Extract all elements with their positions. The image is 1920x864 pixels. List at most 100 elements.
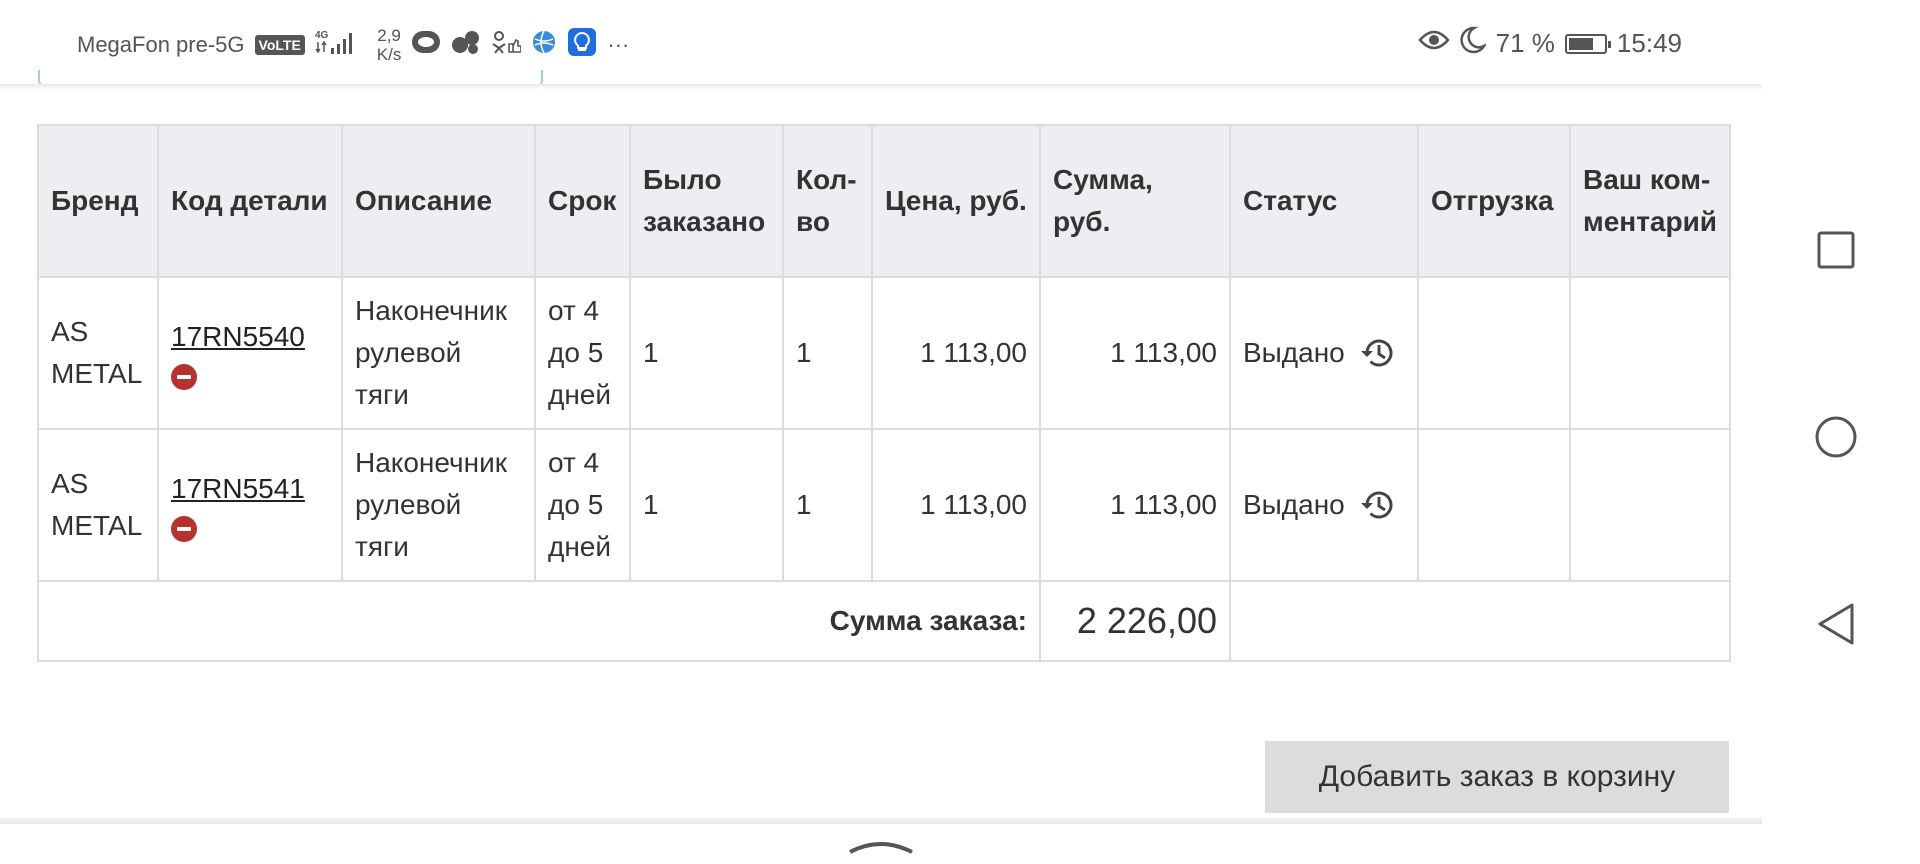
cell-status: Выдано	[1229, 276, 1419, 430]
desc-line3: тяги	[355, 379, 409, 410]
triangle-back-icon	[1818, 603, 1854, 645]
order-total-filler	[1228, 580, 1732, 662]
add-order-to-cart-button[interactable]: Добавить заказ в корзину	[1265, 741, 1729, 813]
cell-sum: 1 113,00	[1039, 276, 1231, 430]
back-button[interactable]	[1806, 594, 1866, 654]
col-part-code: Код детали	[157, 124, 343, 278]
status-right: 71 % 15:49	[1417, 26, 1682, 61]
cell-brand: AS METAL	[37, 276, 159, 430]
cell-comment[interactable]	[1568, 428, 1732, 582]
carrier-name: MegaFon pre-5G	[77, 32, 245, 57]
clock: 15:49	[1616, 28, 1682, 58]
col-comment-line2: ментарий	[1583, 206, 1718, 237]
order-items-table: Бренд Код детали Описание Срок Было заказ…	[37, 124, 1732, 662]
col-ordered-line2: заказано	[643, 206, 766, 237]
term-line2: до 5	[548, 489, 604, 520]
cell-price: 1 113,00	[871, 276, 1041, 430]
desc-line1: Наконечник	[355, 447, 507, 478]
brand-line1: AS	[51, 468, 89, 499]
order-total-value: 2 226,00	[1039, 580, 1231, 662]
volte-badge: VoLTE	[254, 35, 305, 55]
system-nav-bar	[1762, 0, 1920, 864]
col-shipment: Отгрузка	[1417, 124, 1571, 278]
header-shadow	[0, 84, 1762, 90]
eye-icon	[1417, 28, 1450, 59]
square-icon	[1817, 231, 1855, 269]
home-button[interactable]	[1806, 407, 1866, 467]
term-line1: от 4	[548, 447, 600, 478]
network-speed: 2,9 K/s	[377, 26, 402, 64]
cell-description: Наконечник рулевой тяги	[341, 276, 536, 430]
cell-price: 1 113,00	[871, 428, 1041, 582]
term-line3: дней	[548, 379, 612, 410]
battery-percent: 71 %	[1495, 28, 1555, 58]
network-speed-value: 2,9	[377, 26, 401, 45]
history-icon[interactable]	[1359, 487, 1395, 523]
more-notifications-icon: ···	[607, 32, 630, 57]
cell-status: Выдано	[1229, 428, 1419, 582]
remove-icon[interactable]	[171, 516, 197, 542]
history-icon[interactable]	[1359, 335, 1395, 371]
recent-apps-button[interactable]	[1806, 220, 1866, 280]
table-header-row: Бренд Код детали Описание Срок Было заказ…	[37, 124, 1732, 278]
network-speed-unit: K/s	[376, 45, 402, 64]
order-total-label: Сумма заказа:	[37, 580, 1041, 662]
term-line2: до 5	[548, 337, 604, 368]
col-price: Цена, руб.	[871, 124, 1041, 278]
remove-icon[interactable]	[171, 364, 197, 390]
app-notification-icon	[411, 29, 441, 61]
table-row: AS METAL 17RN5541 Наконечник рулевой тяги о…	[37, 428, 1732, 582]
cell-brand: AS METAL	[37, 428, 159, 582]
part-code-link[interactable]: 17RN5541	[171, 473, 305, 504]
term-line3: дней	[548, 531, 612, 562]
order-total-row: Сумма заказа: 2 226,00	[37, 580, 1732, 662]
lightbulb-icon	[567, 27, 597, 63]
desc-line1: Наконечник	[355, 295, 507, 326]
col-qty-line2: во	[796, 206, 830, 237]
moon-icon	[1460, 26, 1488, 61]
col-qty-line1: Кол-	[796, 164, 857, 195]
desc-line2: рулевой	[355, 489, 462, 520]
cell-comment[interactable]	[1568, 276, 1732, 430]
cell-sum: 1 113,00	[1039, 428, 1231, 582]
cell-description: Наконечник рулевой тяги	[341, 428, 536, 582]
cell-ordered: 1	[629, 276, 784, 430]
brand-line1: AS	[51, 316, 89, 347]
brand-line2: METAL	[51, 510, 143, 541]
network-type-label: 4G	[315, 30, 329, 41]
battery-level-fill	[1568, 37, 1594, 50]
col-ordered-line1: Было	[643, 164, 722, 195]
col-ordered: Было заказано	[629, 124, 784, 278]
col-comment-line1: Ваш ком-	[1583, 164, 1711, 195]
circle-icon	[1815, 416, 1857, 458]
cell-shipment	[1417, 428, 1571, 582]
cell-term: от 4 до 5 дней	[534, 428, 631, 582]
bottom-toolbar-shadow	[0, 818, 1762, 824]
cell-qty: 1	[782, 276, 873, 430]
col-term: Срок	[534, 124, 631, 278]
brand-line2: METAL	[51, 358, 143, 389]
table-row: AS METAL 17RN5540 Наконечник рулевой тяги о…	[37, 276, 1732, 430]
cell-part-code: 17RN5541	[157, 428, 343, 582]
cell-part-code: 17RN5540	[157, 276, 343, 430]
cell-qty: 1	[782, 428, 873, 582]
bubbles-notification-icon	[451, 29, 481, 61]
status-left: MegaFon pre-5G VoLTE 4G 2,9 K/s ···	[77, 26, 629, 64]
battery-icon	[1564, 33, 1611, 54]
desc-line3: тяги	[355, 531, 409, 562]
cell-shipment	[1417, 276, 1571, 430]
col-sum: Сумма, руб.	[1039, 124, 1231, 278]
status-text: Выдано	[1243, 489, 1345, 520]
cell-term: от 4 до 5 дней	[534, 276, 631, 430]
status-text: Выдано	[1243, 337, 1345, 368]
cell-ordered: 1	[629, 428, 784, 582]
col-qty: Кол-во	[782, 124, 873, 278]
desc-line2: рулевой	[355, 337, 462, 368]
col-comment: Ваш ком-ментарий	[1568, 124, 1732, 278]
odnoklassniki-icon	[491, 30, 523, 60]
part-code-link[interactable]: 17RN5540	[171, 321, 305, 352]
term-line1: от 4	[548, 295, 600, 326]
chevron-up-icon[interactable]	[848, 838, 914, 861]
col-description: Описание	[341, 124, 536, 278]
globe-icon	[531, 29, 557, 61]
